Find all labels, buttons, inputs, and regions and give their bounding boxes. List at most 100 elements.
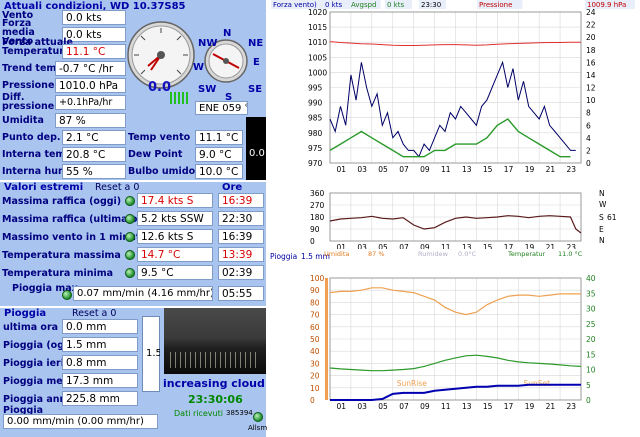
y-left-tick-label: 990 (308, 99, 323, 108)
x-tick-label: 09 (420, 243, 430, 249)
y-left-tick-label: 1015 (308, 23, 327, 32)
x-tick-label: 19 (525, 243, 535, 249)
y-left-tick-label: 90 (310, 286, 320, 295)
alarm-label: Allsm (248, 424, 268, 432)
x-tick-label: 21 (546, 402, 556, 411)
label-temp-vento: Temp vento (128, 132, 191, 143)
x-tick-label: 19 (525, 402, 535, 411)
y-left-tick-label: 1010 (308, 38, 327, 47)
legend-label: 0 kts (387, 1, 404, 9)
extremes-ore-header: Ore (222, 182, 243, 193)
x-tick-label: 17 (504, 402, 514, 411)
x-tick-label: 13 (462, 243, 472, 249)
y-right-tick-label: 10 (586, 96, 596, 105)
x-tick-label: 23 (567, 165, 577, 174)
label-diff-pressione: Diff. pressione (2, 92, 55, 112)
y-left-tick-label: 0 (310, 396, 315, 405)
y-right-tick-label: 14 (586, 71, 596, 80)
value-punto-dep: 2.1 °C (62, 130, 126, 145)
extreme-label: Temperatura massima (2, 250, 121, 261)
wind-pressure-chart: Forza vento) 0 kts Avgspd 0 kts 23:30 Pressio… (271, 0, 635, 174)
value-interna-temp: 20.8 °C (62, 147, 126, 162)
x-tick-label: 09 (420, 165, 430, 174)
y-right-tick-label: 4 (586, 134, 591, 143)
x-tick-label: 17 (504, 165, 514, 174)
y-right-tick-label: 18 (586, 46, 596, 55)
x-tick-label: 11 (441, 402, 451, 411)
humidity-temperature-chart: Pioggia 1.5 mmUmidita 87 % Rumidew 0.0°C Temp… (270, 250, 596, 411)
label-punto-dep: Punto dep. (2, 132, 61, 143)
status-dot-icon (125, 214, 135, 224)
direction-label: S (599, 213, 604, 222)
value-trend-temp: -0.7 °C /hr (55, 61, 126, 76)
y-right-tick-label: 5 (586, 381, 591, 390)
extreme-value: 14.7 °C (137, 247, 213, 262)
sunset-label: SunSet (523, 379, 550, 388)
rain-reset-button[interactable]: Reset a 0 (72, 308, 116, 319)
y-left-tick-label: 30 (310, 359, 320, 368)
rain-value: 17.3 mm (62, 373, 138, 388)
y-tick-label: 270 (310, 201, 325, 210)
legend-label: 0.0°C (458, 250, 477, 258)
rain-value: 1.5 mm (62, 337, 138, 352)
received-label: Dati ricevuti (174, 409, 223, 418)
label-trend-temp: Trend temp (2, 63, 64, 74)
x-tick-label: 03 (357, 243, 367, 249)
value-umidita: 87 % (55, 113, 126, 128)
extreme-value: 12.6 kts S (137, 229, 213, 244)
y-right-tick-label: 15 (586, 350, 596, 359)
status-dot-icon (125, 268, 135, 278)
y-left-tick-label: 60 (310, 323, 320, 332)
y-right-tick-label: 40 (586, 274, 596, 283)
rain-value: 0.8 mm (62, 355, 138, 370)
extreme-time: 16:39 (218, 193, 264, 208)
y-left-tick-label: 1000 (308, 68, 327, 77)
wind-direction-chart: 090180270360 NWS 61EN01 03 05 07 09 11 13 15 17 19 2… (310, 189, 617, 249)
compass-label-nw: NW (198, 38, 218, 49)
y-right-tick-label: 8 (586, 109, 591, 118)
extremes-title: Valori estremi (4, 182, 84, 193)
current-conditions-panel: Attuali condizioni, WD 10.37S85 Vento 0.… (0, 0, 266, 180)
legend-label: 0 kts (325, 1, 342, 9)
x-tick-label: 23 (567, 243, 577, 249)
x-tick-label: 21 (546, 165, 556, 174)
status-dot-icon (125, 250, 135, 260)
label-pressione: Pressione (2, 80, 55, 91)
value-vento: 0.0 kts (62, 10, 126, 25)
y-left-tick-label: 100 (310, 274, 325, 283)
status-dot-icon (125, 196, 135, 206)
compass-label-w: W (193, 62, 205, 73)
y-left-tick-label: 980 (308, 129, 323, 138)
extreme-time: 22:30 (218, 211, 264, 226)
direction-label: E (599, 225, 604, 234)
wind-direction: ENE 059 ° (195, 101, 248, 115)
extreme-value: 9.5 °C (137, 265, 213, 280)
x-tick-label: 03 (357, 402, 367, 411)
value-bulbo-umido: 10.0 °C (195, 164, 243, 179)
rain-value: 0.0 mm (62, 319, 138, 334)
y-right-tick-label: 20 (586, 335, 596, 344)
rain-value: 0.00 mm/min (0.00 mm/hr) (3, 414, 158, 429)
x-tick-label: 07 (399, 165, 409, 174)
rain-title: Pioggia (4, 308, 47, 319)
y-right-tick-label: 12 (586, 84, 596, 93)
y-left-tick-label: 40 (310, 347, 320, 356)
status-dot-icon (62, 290, 72, 300)
y-left-tick-label: 970 (308, 159, 323, 168)
legend-label: 87 % (368, 250, 385, 258)
y-right-tick-label: 16 (586, 58, 596, 67)
extremes-panel: Valori estremi Reset a 0 Ore Massima raf… (0, 182, 266, 306)
y-left-tick-label: 995 (308, 84, 323, 93)
legend-label: Umidita (324, 250, 349, 258)
legend-label: Temperatur (507, 250, 546, 258)
legend-label: 11.0 °C (558, 250, 583, 258)
x-tick-label: 11 (441, 165, 451, 174)
compass-label-ne: NE (248, 38, 264, 49)
direction-label: N (599, 236, 605, 245)
label-umidita: Umidita (2, 115, 44, 126)
extremes-reset-button[interactable]: Reset a 0 (95, 182, 139, 193)
wind-gauge-value: 0.0 (148, 80, 172, 95)
y-left-tick-label: 1020 (308, 8, 327, 17)
y-right-tick-label: 10 (586, 366, 596, 375)
x-tick-label: 07 (399, 243, 409, 249)
